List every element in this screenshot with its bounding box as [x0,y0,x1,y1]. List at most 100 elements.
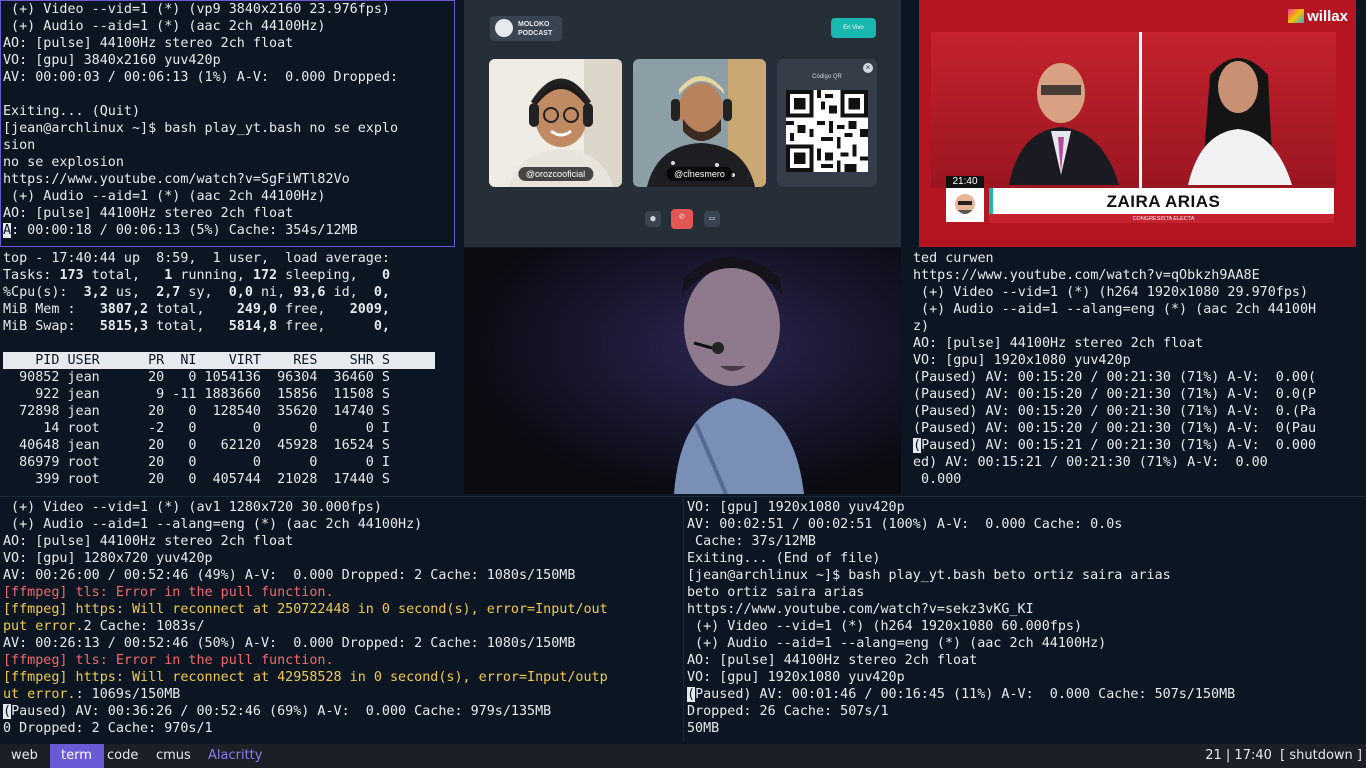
warning-line: [ffmpeg] https: Will reconnect at 429585… [3,670,608,685]
terminal-line: AO: [pulse] 44100Hz stereo 2ch float [3,36,294,51]
participant-tile-2[interactable]: @cinesmero [633,59,766,187]
top-summary-line: Tasks: 173 total, 1 running, 172 sleepin… [3,268,390,283]
video-frame [464,248,901,494]
terminal-line: https://www.youtube.com/watch?v=qObkzh9A… [913,268,1260,283]
terminal-mpv-top-left[interactable]: (+) Video --vid=1 (*) (vp9 3840x2160 23.… [0,0,455,247]
terminal-cursor: ( [687,687,696,702]
terminal-line: (Paused) AV: 00:15:20 / 00:21:30 (71%) A… [913,421,1317,436]
terminal-line: sion [3,138,36,153]
terminal-line: (+) Audio --aid=1 --alang=eng (*) (aac 2… [913,302,1317,317]
terminal-mpv-mid-right[interactable]: ted curwen https://www.youtube.com/watch?… [910,248,1366,494]
terminal-line: 50MB [687,721,720,736]
terminal-line: AV: 00:00:03 / 00:06:13 (1%) A-V: 0.000 … [3,70,399,85]
podcast-logo: MOLOKO PODCAST [490,16,562,41]
guest-figure [1188,58,1292,185]
terminal-line: Exiting... (End of file) [687,551,881,566]
terminal-line: AV: 00:26:00 / 00:52:46 (49%) A-V: 0.000… [3,568,576,583]
news-broadcast-pane[interactable]: willax 21:40 ZAIRA ARIAS CONGRESISTA ELE… [919,0,1356,247]
terminal-line: AO: [pulse] 44100Hz stereo 2ch float [3,206,294,221]
participant-name-tag: @cinesmero [666,167,733,181]
error-line: [ffmpeg] tls: Error in the pull function… [3,585,334,600]
terminal-line: (+) Audio --aid=1 (*) (aac 2ch 44100Hz) [3,189,326,204]
terminal-mpv-bottom-left[interactable]: (+) Video --vid=1 (*) (av1 1280x720 30.0… [0,496,683,742]
top-summary-line: MiB Mem : 3807,2 total, 249,0 free, 2009… [3,302,390,317]
terminal-line: VO: [gpu] 3840x2160 yuv420p [3,53,221,68]
terminal-line: AO: [pulse] 44100Hz stereo 2ch float [3,534,294,549]
terminal-line: put error.2 Cache: 1083s/ [3,619,205,634]
workspace-code[interactable]: code [96,744,150,768]
terminal-line: https://www.youtube.com/watch?v=SgFiWTl8… [3,172,350,187]
split-divider [1139,32,1142,188]
terminal-line: ed) AV: 00:15:21 / 00:21:30 (71%) A-V: 0… [913,455,1268,470]
presenter-avatar-icon [946,188,984,222]
terminal-cursor: ( [913,438,922,453]
terminal-line: (+) Video --vid=1 (*) (vp9 3840x2160 23.… [3,2,390,17]
workspace-web[interactable]: web [0,744,50,768]
terminal-line: (Paused) AV: 00:15:20 / 00:21:30 (71%) A… [913,404,1317,419]
terminal-line: (Paused) AV: 00:15:21 / 00:21:30 (71%) A… [913,438,1317,453]
top-summary-line: top - 17:40:44 up 8:59, 1 user, load ave… [3,251,390,266]
status-clock-shutdown[interactable]: 21 | 17:40 [ shutdown ] [1205,744,1362,768]
process-row: 399 root 20 0 405744 21028 17440 S [3,472,390,487]
terminal-line: ted curwen [913,251,994,266]
top-summary-line: MiB Swap: 5815,3 total, 5814,8 free, 0, [3,319,390,334]
participant-tile-1[interactable]: @orozcooficial [489,59,622,187]
terminal-line: (+) Audio --aid=1 --alang=eng (*) (aac 2… [687,636,1107,651]
video-player-singer[interactable] [464,248,901,494]
terminal-line: AV: 00:02:51 / 00:02:51 (100%) A-V: 0.00… [687,517,1123,532]
mic-icon[interactable]: ● [645,211,661,227]
live-badge: En Vivo [831,18,876,38]
terminal-line: (Paused) AV: 00:36:26 / 00:52:46 (69%) A… [3,704,552,719]
close-icon[interactable]: × [863,63,873,73]
participant-name-tag: @orozcooficial [517,167,594,181]
terminal-line: AO: [pulse] 44100Hz stereo 2ch float [687,653,978,668]
status-bar: web term code cmus Alacritty 21 | 17:40 … [0,744,1366,768]
qr-label: Código QR [812,74,842,80]
terminal-line: VO: [gpu] 1920x1080 yuv420p [913,353,1131,368]
terminal-line: (Paused) AV: 00:15:20 / 00:21:30 (71%) A… [913,370,1317,385]
terminal-line: Dropped: 26 Cache: 507s/1 [687,704,889,719]
terminal-mpv-bottom-right[interactable]: VO: [gpu] 1920x1080 yuv420p AV: 00:02:51 … [683,496,1366,742]
warning-line: [ffmpeg] https: Will reconnect at 250722… [3,602,608,617]
broadcast-clock: 21:40 [946,176,984,188]
lower-third-name: ZAIRA ARIAS [1106,192,1221,211]
phone-hangup-icon[interactable]: ✆ [671,209,693,229]
terminal-line: Cache: 37s/12MB [687,534,816,549]
process-row: 86979 root 20 0 0 0 0 I [3,455,390,470]
terminal-line: VO: [gpu] 1920x1080 yuv420p [687,670,905,685]
qr-code [786,90,868,172]
process-row: 72898 jean 20 0 128540 35620 14740 S [3,404,390,419]
process-row: 14 root -2 0 0 0 0 I [3,421,390,436]
terminal-line: z) [913,319,930,334]
error-line: [ffmpeg] tls: Error in the pull function… [3,653,334,668]
terminal-line: AO: [pulse] 44100Hz stereo 2ch float [913,336,1204,351]
terminal-top[interactable]: top - 17:40:44 up 8:59, 1 user, load ave… [0,248,455,494]
terminal-line: ut error.: 1069s/150MB [3,687,181,702]
camera-icon[interactable]: ▭ [704,211,720,227]
terminal-line: 0 Dropped: 2 Cache: 970s/1 [3,721,213,736]
terminal-line: VO: [gpu] 1280x720 yuv420p [3,551,213,566]
willax-logo-icon [1288,9,1305,23]
channel-logo: willax [1288,8,1348,25]
terminal-line: A: 00:00:18 / 00:06:13 (5%) Cache: 354s/… [3,223,358,238]
video-call-pane[interactable]: MOLOKO PODCAST En Vivo @orozcooficial @c… [464,0,901,247]
presenter-figure [1009,63,1119,185]
terminal-line: https://www.youtube.com/watch?v=sekz3vKG… [687,602,1034,617]
terminal-line: (+) Audio --aid=1 --alang=eng (*) (aac 2… [3,517,423,532]
terminal-line: [jean@archlinux ~]$ bash play_yt.bash no… [3,121,399,136]
terminal-line: (+) Video --vid=1 (*) (h264 1920x1080 29… [913,285,1309,300]
process-row: 90852 jean 20 0 1054136 96304 36460 S [3,370,390,385]
focused-window-title: Alacritty [208,748,263,763]
workspace-cmus[interactable]: cmus [145,744,203,768]
terminal-line: (Paused) AV: 00:01:46 / 00:16:45 (11%) A… [687,687,1236,702]
process-row: 40648 jean 20 0 62120 45928 16524 S [3,438,390,453]
lower-third: ZAIRA ARIAS CONGRESISTA ELECTA [989,188,1334,222]
lower-third-role: CONGRESISTA ELECTA [1132,216,1195,222]
terminal-line: (+) Video --vid=1 (*) (h264 1920x1080 60… [687,619,1083,634]
terminal-line: (+) Video --vid=1 (*) (av1 1280x720 30.0… [3,500,382,515]
terminal-line: [jean@archlinux ~]$ bash play_yt.bash be… [687,568,1171,583]
terminal-line: beto ortiz saira arias [687,585,865,600]
terminal-cursor: A [3,223,12,238]
terminal-cursor: ( [3,704,12,719]
